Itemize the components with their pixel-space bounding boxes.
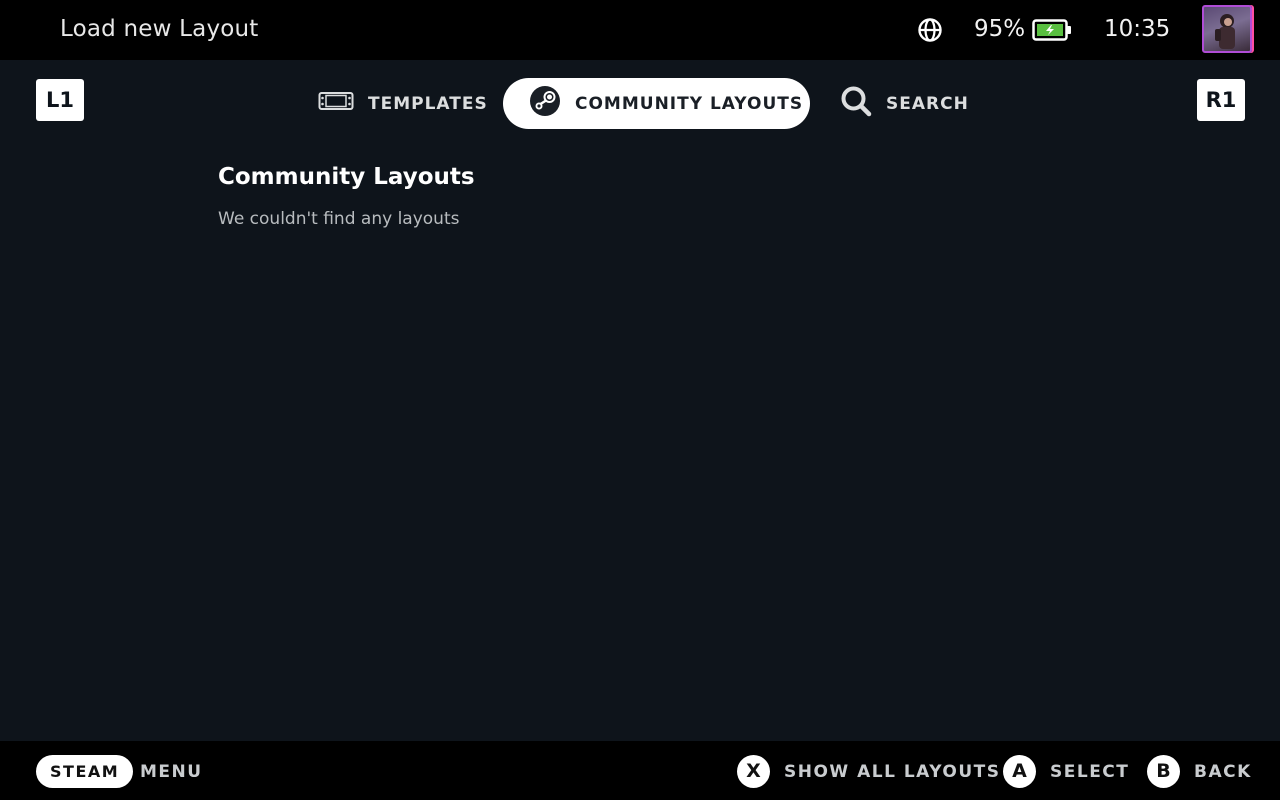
tab-label: SEARCH (886, 93, 969, 114)
globe-icon[interactable] (917, 17, 943, 43)
show-all-layouts-label[interactable]: SHOW ALL LAYOUTS (784, 762, 1001, 782)
steam-icon (529, 85, 561, 122)
clock: 10:35 (1104, 16, 1171, 42)
avatar-figure (1215, 14, 1235, 49)
tab-search[interactable]: SEARCH (840, 78, 980, 129)
tab-templates[interactable]: TEMPLATES (318, 78, 490, 129)
a-button-icon[interactable]: A (1003, 755, 1036, 788)
b-button-icon[interactable]: B (1147, 755, 1180, 788)
steam-button[interactable]: STEAM (36, 755, 134, 788)
top-bar: Load new Layout 95% 10:35 (0, 0, 1280, 60)
battery-charging-icon (1032, 19, 1071, 41)
select-label[interactable]: SELECT (1050, 762, 1129, 782)
empty-state-message: We couldn't find any layouts (218, 209, 460, 229)
tab-community-layouts[interactable]: COMMUNITY LAYOUTS (503, 78, 810, 129)
section-heading: Community Layouts (218, 164, 475, 190)
avatar[interactable] (1202, 5, 1252, 53)
controller-icon (318, 91, 354, 116)
tab-label: TEMPLATES (368, 93, 488, 114)
tab-bar: TEMPLATES COMMUNITY LAYOUTS SEARCH (0, 78, 1280, 130)
back-label[interactable]: BACK (1194, 762, 1252, 782)
x-button-icon[interactable]: X (737, 755, 770, 788)
menu-label: MENU (140, 762, 203, 782)
battery-percent: 95% (974, 16, 1026, 42)
page-title: Load new Layout (60, 16, 259, 42)
bottom-bar: STEAM MENU X SHOW ALL LAYOUTS A SELECT B… (0, 741, 1280, 800)
tab-label: COMMUNITY LAYOUTS (575, 93, 804, 114)
search-icon (840, 85, 872, 122)
